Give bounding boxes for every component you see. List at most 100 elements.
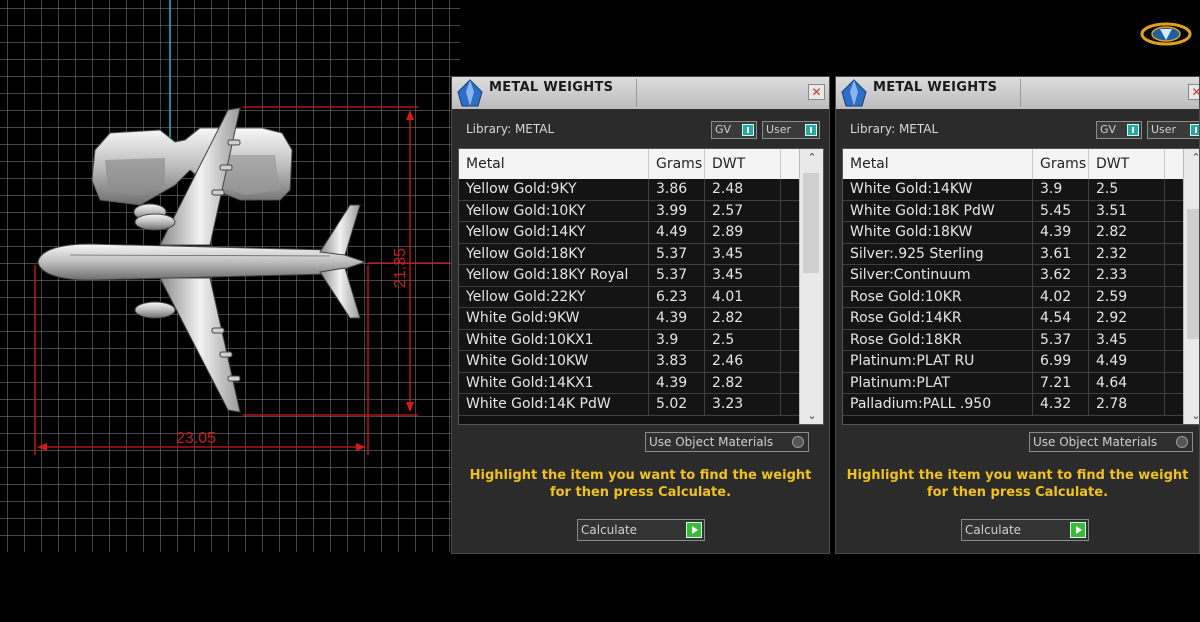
dwt-cell: 2.46	[705, 351, 781, 372]
chevron-down-icon[interactable]: ⌄	[1188, 409, 1199, 422]
user-toggle[interactable]: User	[762, 121, 820, 139]
grams-cell: 4.39	[649, 308, 705, 329]
toggle-switch-icon	[1190, 124, 1199, 136]
table-row[interactable]: Yellow Gold:10KY 3.99 2.57	[459, 200, 799, 222]
grams-cell: 4.02	[1033, 286, 1089, 307]
table-row[interactable]: Palladium:PALL .950 4.32 2.78	[843, 394, 1183, 416]
column-header-dwt[interactable]: DWT	[1089, 149, 1165, 179]
table-row[interactable]: Yellow Gold:9KY 3.86 2.48	[459, 179, 799, 201]
metal-cell: White Gold:18KW	[843, 222, 1033, 243]
scrollbar-thumb[interactable]	[1187, 209, 1199, 339]
metal-cell: Yellow Gold:9KY	[459, 179, 649, 200]
dwt-cell: 2.48	[705, 179, 781, 200]
metal-cell: Rose Gold:10KR	[843, 286, 1033, 307]
grams-cell: 5.02	[649, 394, 705, 415]
column-header-metal[interactable]: Metal	[843, 149, 1033, 179]
calculate-button[interactable]: Calculate	[577, 519, 705, 541]
dwt-cell: 2.5	[705, 329, 781, 350]
table-row[interactable]: White Gold:10KW 3.83 2.46	[459, 351, 799, 373]
metal-weights-panel-2: METAL WEIGHTS ✕ Library: METAL GV User M…	[835, 76, 1200, 554]
metal-cell: Yellow Gold:10KY	[459, 200, 649, 221]
dwt-cell: 2.33	[1089, 265, 1165, 286]
gv-toggle[interactable]: GV	[711, 121, 757, 139]
metal-cell: White Gold:14KX1	[459, 372, 649, 393]
table-row[interactable]: White Gold:18KW 4.39 2.82	[843, 222, 1183, 244]
metal-cell: White Gold:9KW	[459, 308, 649, 329]
user-toggle-label: User	[766, 123, 792, 136]
dwt-cell: 4.49	[1089, 351, 1165, 372]
chevron-down-icon[interactable]: ⌄	[804, 409, 820, 422]
table-row[interactable]: Silver:Continuum 3.62 2.33	[843, 265, 1183, 287]
grams-cell: 3.61	[1033, 243, 1089, 264]
table-row[interactable]: Yellow Gold:18KY 5.37 3.45	[459, 243, 799, 265]
column-header-metal[interactable]: Metal	[459, 149, 649, 179]
table-row[interactable]: Rose Gold:18KR 5.37 3.45	[843, 329, 1183, 351]
dwt-cell: 3.51	[1089, 200, 1165, 221]
metal-table[interactable]: Metal Grams DWT White Gold:14KW 3.9 2.5 Wh…	[842, 148, 1199, 425]
column-header-grams[interactable]: Grams	[649, 149, 705, 179]
table-row[interactable]: White Gold:9KW 4.39 2.82	[459, 308, 799, 330]
toggle-switch-icon	[805, 124, 817, 136]
table-row[interactable]: White Gold:14KX1 4.39 2.82	[459, 372, 799, 394]
grams-cell: 4.54	[1033, 308, 1089, 329]
metal-cell: White Gold:14KW	[843, 179, 1033, 200]
panel-title: METAL WEIGHTS	[873, 80, 998, 95]
dwt-cell: 3.23	[705, 394, 781, 415]
table-row[interactable]: White Gold:10KX1 3.9 2.5	[459, 329, 799, 351]
dwt-cell: 2.92	[1089, 308, 1165, 329]
table-row[interactable]: White Gold:18K PdW 5.45 3.51	[843, 200, 1183, 222]
metal-cell: Platinum:PLAT	[843, 372, 1033, 393]
dwt-cell: 2.82	[705, 308, 781, 329]
chevron-up-icon[interactable]: ⌃	[1188, 151, 1199, 164]
table-row[interactable]: White Gold:14K PdW 5.02 3.23	[459, 394, 799, 416]
metal-cell: Palladium:PALL .950	[843, 394, 1033, 415]
metal-cell: Rose Gold:18KR	[843, 329, 1033, 350]
dwt-cell: 2.78	[1089, 394, 1165, 415]
grams-cell: 3.86	[649, 179, 705, 200]
metal-cell: Yellow Gold:22KY	[459, 286, 649, 307]
grams-cell: 5.37	[649, 265, 705, 286]
gv-toggle[interactable]: GV	[1096, 121, 1142, 139]
dwt-cell: 3.45	[705, 265, 781, 286]
close-icon[interactable]: ✕	[808, 84, 825, 100]
panel-titlebar[interactable]: METAL WEIGHTS ✕	[452, 77, 829, 109]
play-arrow-icon	[686, 522, 702, 538]
panel-titlebar[interactable]: METAL WEIGHTS ✕	[836, 77, 1199, 109]
cad-viewport[interactable]: 23.05 21.35	[0, 0, 460, 552]
table-scrollbar[interactable]: ⌃ ⌄	[799, 149, 823, 424]
use-object-materials-toggle[interactable]: Use Object Materials	[1029, 432, 1193, 452]
table-row[interactable]: White Gold:14KW 3.9 2.5	[843, 179, 1183, 201]
brand-logo-icon	[1140, 22, 1192, 46]
dwt-cell: 4.64	[1089, 372, 1165, 393]
table-scrollbar[interactable]: ⌃ ⌄	[1183, 149, 1199, 424]
user-toggle[interactable]: User	[1147, 121, 1199, 139]
grams-cell: 4.32	[1033, 394, 1089, 415]
column-header-grams[interactable]: Grams	[1033, 149, 1089, 179]
table-row[interactable]: Silver:.925 Sterling 3.61 2.32	[843, 243, 1183, 265]
table-row[interactable]: Platinum:PLAT 7.21 4.64	[843, 372, 1183, 394]
table-row[interactable]: Rose Gold:10KR 4.02 2.59	[843, 286, 1183, 308]
dwt-cell: 2.82	[705, 372, 781, 393]
table-row[interactable]: Yellow Gold:14KY 4.49 2.89	[459, 222, 799, 244]
dwt-cell: 2.32	[1089, 243, 1165, 264]
table-row[interactable]: Platinum:PLAT RU 6.99 4.49	[843, 351, 1183, 373]
toggle-switch-icon	[742, 124, 754, 136]
metal-cell: Yellow Gold:18KY Royal	[459, 265, 649, 286]
close-icon[interactable]: ✕	[1188, 84, 1199, 100]
instruction-text: Highlight the item you want to find the …	[846, 468, 1189, 500]
grams-cell: 3.9	[1033, 179, 1089, 200]
metal-table[interactable]: Metal Grams DWT Yellow Gold:9KY 3.86 2.48 …	[458, 148, 824, 425]
grams-cell: 4.39	[1033, 222, 1089, 243]
dwt-cell: 2.57	[705, 200, 781, 221]
title-divider	[1020, 79, 1021, 107]
dwt-cell: 2.59	[1089, 286, 1165, 307]
chevron-up-icon[interactable]: ⌃	[804, 151, 820, 164]
calculate-button[interactable]: Calculate	[961, 519, 1089, 541]
scrollbar-thumb[interactable]	[803, 173, 819, 273]
grams-cell: 6.99	[1033, 351, 1089, 372]
table-row[interactable]: Rose Gold:14KR 4.54 2.92	[843, 308, 1183, 330]
table-row[interactable]: Yellow Gold:22KY 6.23 4.01	[459, 286, 799, 308]
use-object-materials-toggle[interactable]: Use Object Materials	[645, 432, 809, 452]
table-row[interactable]: Yellow Gold:18KY Royal 5.37 3.45	[459, 265, 799, 287]
column-header-dwt[interactable]: DWT	[705, 149, 781, 179]
